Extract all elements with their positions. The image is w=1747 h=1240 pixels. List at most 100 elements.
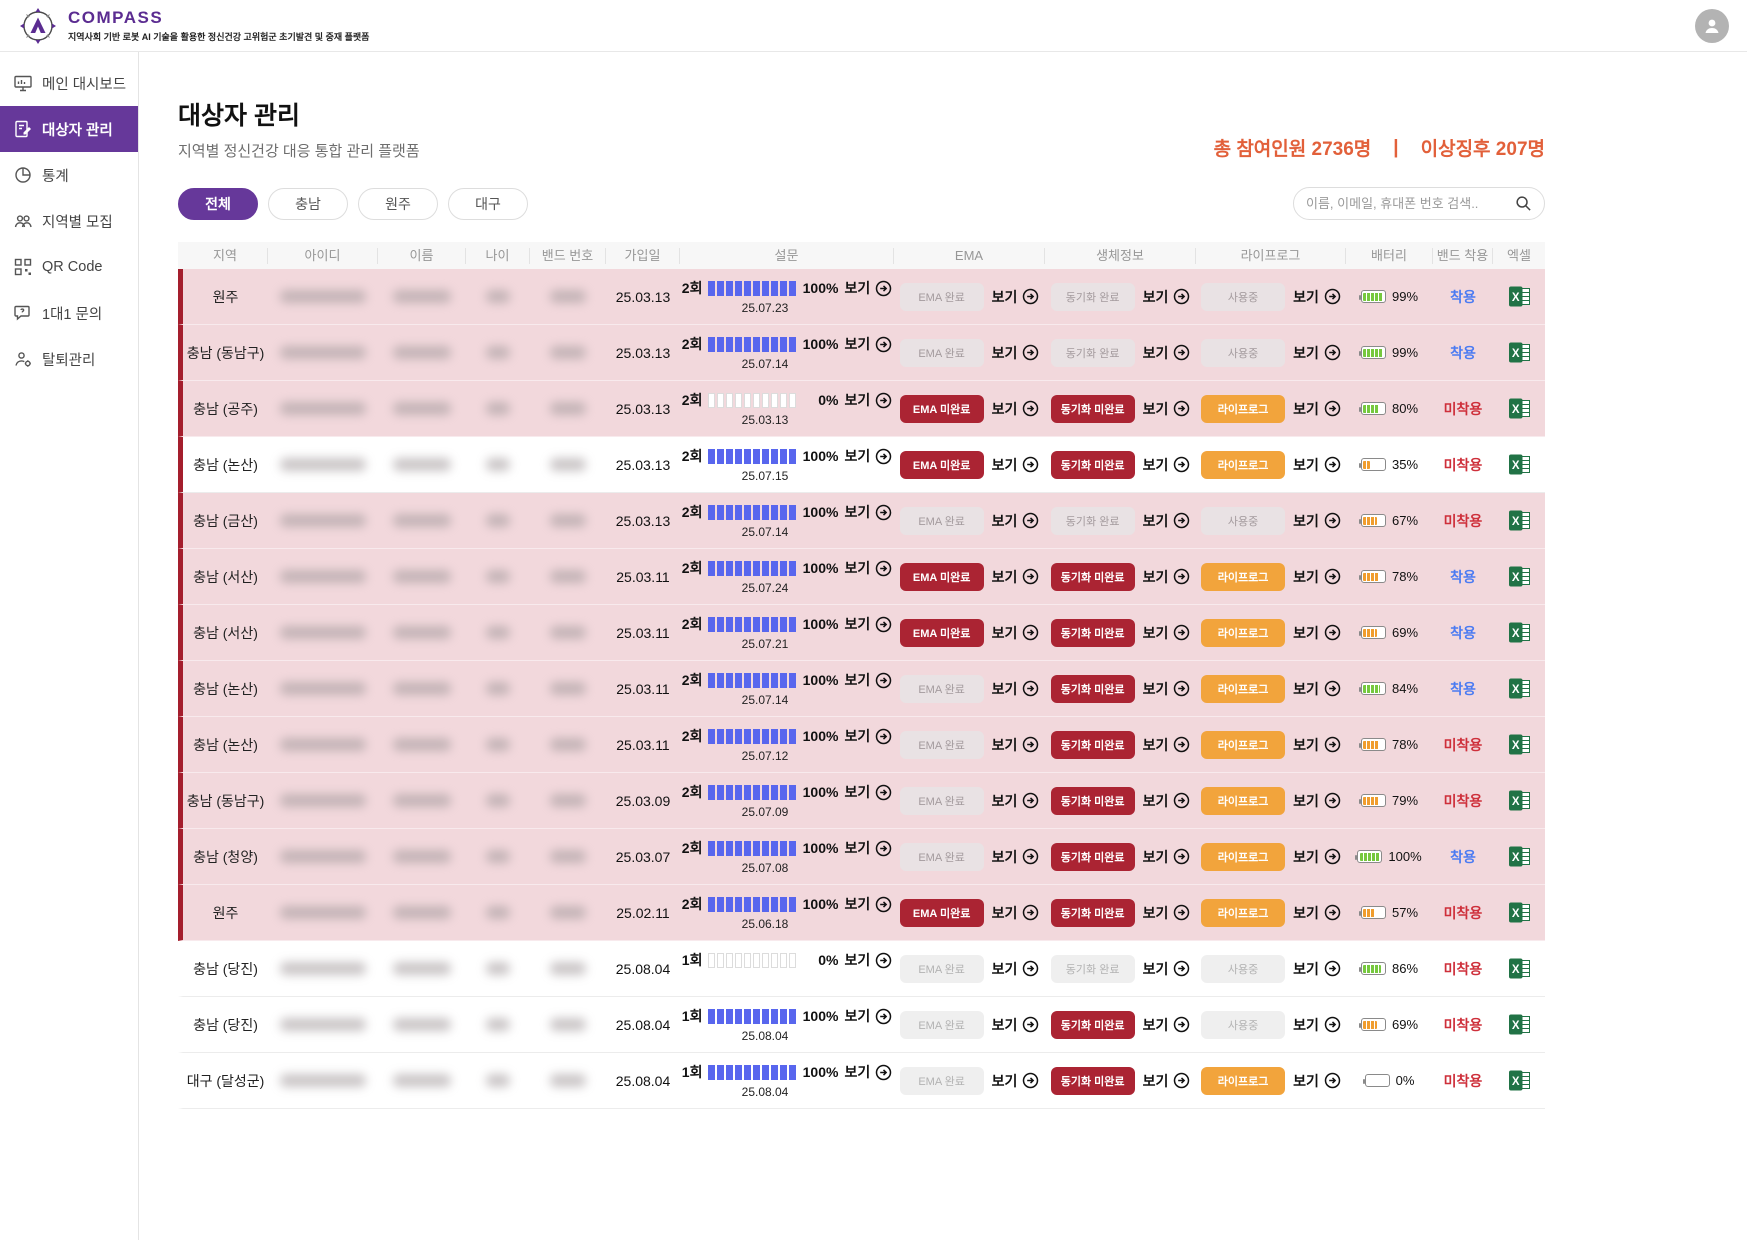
redacted-band-number [550,346,586,359]
biometric-view-button[interactable]: 보기 [1143,623,1191,643]
excel-download-icon[interactable]: X [1508,733,1531,756]
join-date-cell: 25.03.11 [606,737,680,753]
survey-count: 2회 [682,670,703,690]
biometric-view-button[interactable]: 보기 [1143,847,1191,867]
lifelog-view-button[interactable]: 보기 [1293,399,1341,419]
excel-download-icon[interactable]: X [1508,957,1531,980]
lifelog-view-button[interactable]: 보기 [1293,903,1341,923]
biometric-view-button[interactable]: 보기 [1143,399,1191,419]
survey-progress-bar [708,673,796,688]
biometric-view-button[interactable]: 보기 [1143,567,1191,587]
survey-view-button[interactable]: 보기 [844,894,892,914]
sidebar-item-qr-code[interactable]: QR Code [0,244,138,290]
survey-view-button[interactable]: 보기 [844,950,892,970]
ema-view-button[interactable]: 보기 [992,399,1040,419]
ema-view-button[interactable]: 보기 [992,287,1040,307]
search-input[interactable] [1306,196,1515,211]
lifelog-view-button[interactable]: 보기 [1293,1015,1341,1035]
ema-view-button[interactable]: 보기 [992,511,1040,531]
survey-view-button[interactable]: 보기 [844,446,892,466]
biometric-view-button[interactable]: 보기 [1143,903,1191,923]
battery-cell: 35% [1346,457,1433,472]
search-icon[interactable] [1515,195,1532,212]
survey-view-button[interactable]: 보기 [844,726,892,746]
excel-download-icon[interactable]: X [1508,789,1531,812]
sidebar-item-one-to-one-inquiry[interactable]: 1대1 문의 [0,290,138,336]
lifelog-view-button[interactable]: 보기 [1293,1071,1341,1091]
excel-download-icon[interactable]: X [1508,621,1531,644]
ema-view-button[interactable]: 보기 [992,567,1040,587]
survey-view-button[interactable]: 보기 [844,1062,892,1082]
biometric-view-button[interactable]: 보기 [1143,735,1191,755]
survey-view-button[interactable]: 보기 [844,390,892,410]
survey-view-button[interactable]: 보기 [844,502,892,522]
lifelog-view-button[interactable]: 보기 [1293,455,1341,475]
ema-view-button[interactable]: 보기 [992,959,1040,979]
biometric-view-button[interactable]: 보기 [1143,287,1191,307]
excel-download-icon[interactable]: X [1508,845,1531,868]
survey-view-button[interactable]: 보기 [844,278,892,298]
brand-tagline: 지역사회 기반 로봇 AI 기술을 활용한 정신건강 고위험군 초기발견 및 중… [68,30,369,43]
band-number-cell-redacted [530,458,606,471]
excel-download-icon[interactable]: X [1508,901,1531,924]
ema-view-button[interactable]: 보기 [992,1015,1040,1035]
survey-view-button[interactable]: 보기 [844,558,892,578]
filter-all[interactable]: 전체 [178,188,258,220]
biometric-view-button[interactable]: 보기 [1143,959,1191,979]
lifelog-view-button[interactable]: 보기 [1293,959,1341,979]
ema-view-button[interactable]: 보기 [992,847,1040,867]
view-label: 보기 [1293,1015,1319,1035]
excel-download-icon[interactable]: X [1508,341,1531,364]
survey-view-button[interactable]: 보기 [844,334,892,354]
survey-view-button[interactable]: 보기 [844,1006,892,1026]
redacted-name [393,626,451,639]
lifelog-view-button[interactable]: 보기 [1293,679,1341,699]
biometric-view-button[interactable]: 보기 [1143,1015,1191,1035]
biometric-view-button[interactable]: 보기 [1143,791,1191,811]
lifelog-view-button[interactable]: 보기 [1293,287,1341,307]
lifelog-view-button[interactable]: 보기 [1293,735,1341,755]
excel-download-icon[interactable]: X [1508,397,1531,420]
biometric-view-button[interactable]: 보기 [1143,679,1191,699]
lifelog-view-button[interactable]: 보기 [1293,847,1341,867]
biometric-view-button[interactable]: 보기 [1143,511,1191,531]
biometric-view-button[interactable]: 보기 [1143,343,1191,363]
survey-view-button[interactable]: 보기 [844,782,892,802]
lifelog-view-button[interactable]: 보기 [1293,567,1341,587]
excel-download-icon[interactable]: X [1508,509,1531,532]
ema-view-button[interactable]: 보기 [992,343,1040,363]
excel-download-icon[interactable]: X [1508,1069,1531,1092]
excel-download-icon[interactable]: X [1508,285,1531,308]
survey-view-button[interactable]: 보기 [844,670,892,690]
survey-view-button[interactable]: 보기 [844,838,892,858]
ema-status-badge: EMA 완료 [900,507,984,535]
sidebar-item-withdrawal-management[interactable]: 탈퇴관리 [0,336,138,382]
lifelog-view-button[interactable]: 보기 [1293,623,1341,643]
sidebar-item-regional-recruit[interactable]: 지역별 모집 [0,198,138,244]
filter-chungnam[interactable]: 충남 [268,188,348,220]
lifelog-view-button[interactable]: 보기 [1293,343,1341,363]
ema-view-button[interactable]: 보기 [992,1071,1040,1091]
excel-download-icon[interactable]: X [1508,565,1531,588]
lifelog-view-button[interactable]: 보기 [1293,511,1341,531]
user-avatar[interactable] [1695,9,1729,43]
sidebar-item-main-dashboard[interactable]: 메인 대시보드 [0,60,138,106]
ema-status-badge: EMA 미완료 [900,563,984,591]
excel-download-icon[interactable]: X [1508,677,1531,700]
sidebar-item-subject-management[interactable]: 대상자 관리 [0,106,138,152]
filter-wonju[interactable]: 원주 [358,188,438,220]
ema-view-button[interactable]: 보기 [992,679,1040,699]
ema-view-button[interactable]: 보기 [992,623,1040,643]
ema-view-button[interactable]: 보기 [992,791,1040,811]
excel-download-icon[interactable]: X [1508,453,1531,476]
survey-view-button[interactable]: 보기 [844,614,892,634]
ema-view-button[interactable]: 보기 [992,735,1040,755]
filter-daegu[interactable]: 대구 [448,188,528,220]
ema-view-button[interactable]: 보기 [992,903,1040,923]
ema-view-button[interactable]: 보기 [992,455,1040,475]
sidebar-item-statistics[interactable]: 통계 [0,152,138,198]
excel-download-icon[interactable]: X [1508,1013,1531,1036]
biometric-view-button[interactable]: 보기 [1143,455,1191,475]
lifelog-view-button[interactable]: 보기 [1293,791,1341,811]
biometric-view-button[interactable]: 보기 [1143,1071,1191,1091]
